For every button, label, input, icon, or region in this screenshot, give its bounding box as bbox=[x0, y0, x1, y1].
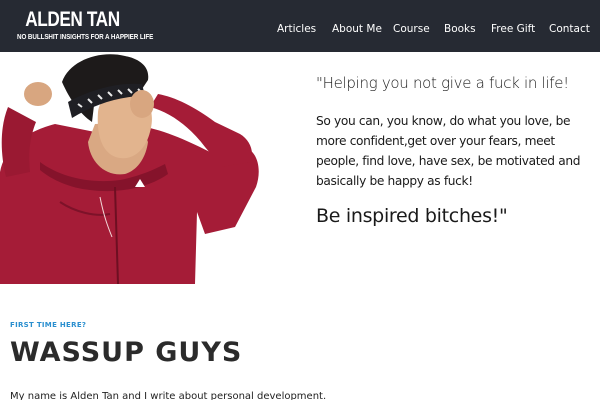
nav-books[interactable]: Books bbox=[444, 22, 476, 36]
quote-headline: "Helping you not give a fuck in life! bbox=[316, 74, 569, 92]
nav-about-me[interactable]: About Me bbox=[332, 22, 382, 36]
intro-paragraph: My name is Alden Tan and I write about p… bbox=[10, 391, 327, 400]
quote-body: So you can, you know, do what you love, … bbox=[316, 114, 581, 188]
site-header: ALDEN TAN NO BULLSHIT INSIGHTS FOR A HAP… bbox=[0, 0, 600, 52]
site-logo[interactable]: ALDEN TAN NO BULLSHIT INSIGHTS FOR A HAP… bbox=[17, 8, 177, 42]
hero-quote: "Helping you not give a fuck in life! So… bbox=[316, 72, 591, 229]
quote-closing: Be inspired bitches!" bbox=[316, 205, 508, 227]
author-photo bbox=[0, 54, 259, 284]
nav-contact[interactable]: Contact bbox=[549, 22, 590, 36]
nav-free-gift[interactable]: Free Gift bbox=[491, 22, 535, 36]
section-eyebrow: FIRST TIME HERE? bbox=[10, 321, 87, 329]
brand-tagline: NO BULLSHIT INSIGHTS FOR A HAPPIER LIFE bbox=[17, 32, 154, 41]
brand-title: ALDEN TAN bbox=[25, 8, 120, 31]
hero-banner: "Helping you not give a fuck in life! So… bbox=[0, 52, 600, 290]
page-title: WASSUP GUYS bbox=[10, 337, 243, 368]
nav-course[interactable]: Course bbox=[393, 22, 430, 36]
nav-articles[interactable]: Articles bbox=[277, 22, 316, 36]
